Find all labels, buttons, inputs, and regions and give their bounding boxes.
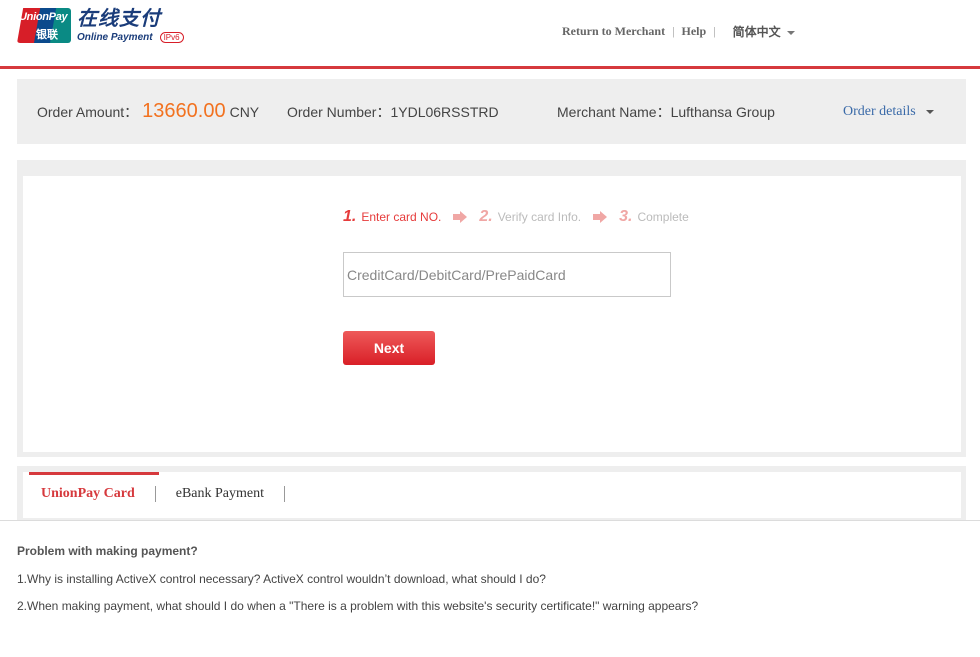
merchant-name-value: Lufthansa Group xyxy=(670,103,775,120)
tab-bar: UnionPay Card eBank Payment xyxy=(23,472,961,518)
section-divider xyxy=(0,520,980,521)
order-number-label: Order Number： xyxy=(287,103,391,120)
order-amount-label: Order Amount： xyxy=(37,103,139,120)
tab-divider xyxy=(154,486,156,502)
step-3-label: Complete xyxy=(637,210,689,224)
logo-title-en: Online Payment xyxy=(77,32,153,43)
progress-steps: 1. Enter card NO. 2. Verify card Info. 3… xyxy=(343,208,689,226)
active-tab-indicator xyxy=(29,472,159,475)
order-details-toggle[interactable]: Order details xyxy=(843,79,934,144)
payment-panel: 1. Enter card NO. 2. Verify card Info. 3… xyxy=(17,160,966,457)
link-separator: | xyxy=(713,24,716,38)
next-button[interactable]: Next xyxy=(343,331,435,365)
faq-section: Problem with making payment? 1.Why is in… xyxy=(17,544,698,626)
tab-unionpay-card[interactable]: UnionPay Card xyxy=(41,486,135,502)
link-separator: | xyxy=(672,24,675,38)
tab-ebank-payment[interactable]: eBank Payment xyxy=(176,486,264,502)
arrow-right-icon xyxy=(453,211,468,223)
step-2-number: 2. xyxy=(479,208,493,225)
order-amount-value: 13660.00 xyxy=(142,100,226,122)
badge-text-bottom: 银联 xyxy=(36,29,58,41)
faq-item-activex[interactable]: 1.Why is installing ActiveX control nece… xyxy=(17,572,698,586)
language-select[interactable]: 简体中文 xyxy=(733,23,795,40)
order-summary-bar: Order Amount： 13660.00 CNY Order Number：… xyxy=(17,79,966,144)
logo-title-cn: 在线支付 xyxy=(77,8,161,30)
ipv6-badge: IPv6 xyxy=(159,32,184,43)
step-1-number: 1. xyxy=(343,208,357,225)
arrow-right-icon xyxy=(593,211,608,223)
chevron-down-icon xyxy=(786,30,795,35)
header: UnionPay 银联 在线支付 Online Payment IPv6 Ret… xyxy=(0,0,980,66)
badge-text-top: UnionPay xyxy=(19,11,68,23)
caret-down-icon xyxy=(925,109,934,114)
step-1-label: Enter card NO. xyxy=(361,210,442,224)
tab-divider xyxy=(284,486,285,502)
top-links: Return to Merchant | Help | 简体中文 xyxy=(562,23,795,40)
header-divider xyxy=(0,66,980,69)
merchant-name-label: Merchant Name： xyxy=(557,103,671,120)
order-currency: CNY xyxy=(229,103,260,120)
order-amount: Order Amount： 13660.00 CNY xyxy=(37,79,259,144)
help-link[interactable]: Help xyxy=(682,24,707,39)
faq-item-certificate[interactable]: 2.When making payment, what should I do … xyxy=(17,599,698,613)
order-details-label: Order details xyxy=(843,103,916,119)
faq-title: Problem with making payment? xyxy=(17,544,198,558)
logo-text: 在线支付 Online Payment IPv6 xyxy=(77,8,184,43)
return-to-merchant-link[interactable]: Return to Merchant xyxy=(562,24,665,39)
card-number-input[interactable] xyxy=(343,252,671,297)
order-number: Order Number： 1YDL06RSSTRD xyxy=(287,79,499,144)
order-number-value: 1YDL06RSSTRD xyxy=(390,103,499,120)
payment-method-tabs: UnionPay Card eBank Payment xyxy=(17,466,966,521)
merchant-name: Merchant Name： Lufthansa Group xyxy=(557,79,775,144)
step-2-label: Verify card Info. xyxy=(497,210,582,224)
step-3-number: 3. xyxy=(619,208,633,225)
language-label: 简体中文 xyxy=(732,25,781,39)
unionpay-logo[interactable]: UnionPay 银联 在线支付 Online Payment IPv6 xyxy=(17,8,184,43)
payment-form-area: 1. Enter card NO. 2. Verify card Info. 3… xyxy=(23,176,961,452)
unionpay-badge-icon: UnionPay 银联 xyxy=(17,8,71,43)
